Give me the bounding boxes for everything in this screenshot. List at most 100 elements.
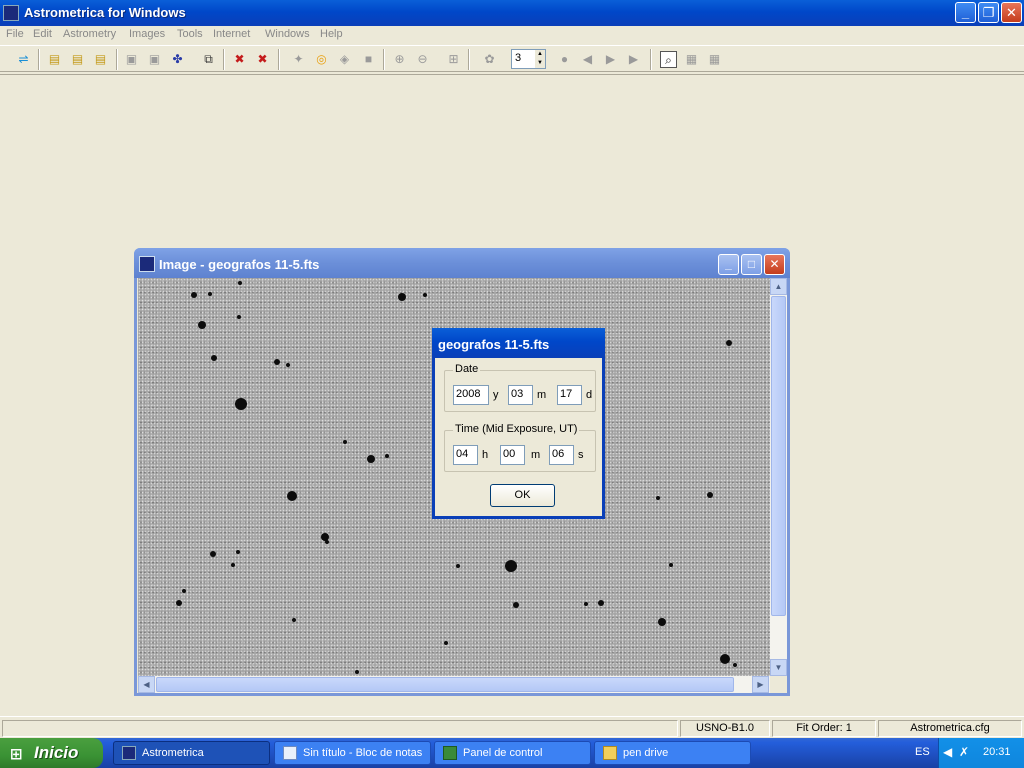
toolbar-separator bbox=[468, 49, 470, 70]
zoom-out-icon[interactable]: ⊖ bbox=[414, 51, 431, 68]
load-images-icon[interactable]: ▤ bbox=[92, 51, 109, 68]
minute-field[interactable]: 00 bbox=[500, 445, 525, 465]
toolbar-separator bbox=[38, 49, 40, 70]
image-close-button[interactable]: ✕ bbox=[764, 254, 785, 275]
scroll-right-icon[interactable]: ▶ bbox=[752, 676, 769, 693]
status-fit-order: Fit Order: 1 bbox=[772, 720, 876, 737]
zoom-in-icon[interactable]: ⊕ bbox=[391, 51, 408, 68]
grid-icon[interactable]: ▦ bbox=[683, 51, 700, 68]
star bbox=[398, 293, 406, 301]
menu-astrometry[interactable]: Astrometry bbox=[63, 28, 116, 40]
second-unit: s bbox=[578, 449, 584, 461]
task-notepad[interactable]: Sin título - Bloc de notas bbox=[274, 741, 431, 765]
menu-images[interactable]: Images bbox=[129, 28, 165, 40]
status-config: Astrometrica.cfg bbox=[878, 720, 1022, 737]
status-panel-main bbox=[2, 720, 678, 737]
app-title: Astrometrica for Windows bbox=[24, 5, 186, 20]
toolbar-separator bbox=[650, 49, 652, 70]
star bbox=[658, 618, 666, 626]
step-back-icon[interactable]: ◀ bbox=[579, 51, 596, 68]
start-button[interactable]: ⊞ Inicio bbox=[0, 738, 103, 768]
toolbar-separator bbox=[383, 49, 385, 70]
spinner-up-icon[interactable]: ▲ bbox=[535, 50, 545, 59]
task-pen-drive[interactable]: pen drive bbox=[594, 741, 751, 765]
image-tool-icon[interactable]: ▣ bbox=[146, 51, 163, 68]
windows-icon[interactable]: ⧉ bbox=[200, 51, 217, 68]
toolbar-separator bbox=[223, 49, 225, 70]
month-field[interactable]: 03 bbox=[508, 385, 533, 405]
menu-edit[interactable]: Edit bbox=[33, 28, 52, 40]
connect-icon[interactable]: ⇌ bbox=[15, 51, 32, 68]
image-tool-icon[interactable]: ▣ bbox=[123, 51, 140, 68]
star bbox=[286, 363, 290, 367]
dialog-title: geografos 11-5.fts bbox=[438, 337, 550, 352]
measure-icon[interactable]: ✦ bbox=[290, 51, 307, 68]
step-forward-icon[interactable]: ▶ bbox=[602, 51, 619, 68]
menu-windows[interactable]: Windows bbox=[265, 28, 310, 40]
color-wheel-icon[interactable]: ◎ bbox=[313, 51, 330, 68]
stop-icon[interactable]: ■ bbox=[360, 51, 377, 68]
status-bar: USNO-B1.0 Fit Order: 1 Astrometrica.cfg bbox=[0, 716, 1024, 738]
app-title-bar[interactable]: Astrometrica for Windows _ ❐ ✕ bbox=[0, 0, 1024, 26]
settings-icon[interactable]: ✿ bbox=[481, 51, 498, 68]
spinner-down-icon[interactable]: ▼ bbox=[535, 59, 545, 68]
scroll-down-icon[interactable]: ▼ bbox=[770, 659, 787, 676]
record-icon[interactable]: ● bbox=[556, 51, 573, 68]
menu-internet[interactable]: Internet bbox=[213, 28, 250, 40]
menu-help[interactable]: Help bbox=[320, 28, 343, 40]
star bbox=[208, 292, 212, 296]
close-button[interactable]: ✕ bbox=[1001, 2, 1022, 23]
vertical-scrollbar[interactable]: ▲ ▼ bbox=[770, 278, 787, 676]
star bbox=[231, 563, 235, 567]
year-unit: y bbox=[493, 389, 499, 401]
open-images-icon[interactable]: ▤ bbox=[69, 51, 86, 68]
back-arrow-icon[interactable]: ◀ bbox=[943, 745, 952, 759]
hour-field[interactable]: 04 bbox=[453, 445, 478, 465]
grid-icon[interactable]: ▦ bbox=[706, 51, 723, 68]
frame-spinner[interactable]: 3 ▲ ▼ bbox=[511, 49, 546, 69]
language-indicator[interactable]: ES bbox=[915, 746, 930, 758]
menu-tools[interactable]: Tools bbox=[177, 28, 203, 40]
star bbox=[343, 440, 347, 444]
remove-icon[interactable]: ✖ bbox=[231, 51, 248, 68]
star bbox=[292, 618, 296, 622]
menu-file[interactable]: File bbox=[6, 28, 24, 40]
fit-icon[interactable]: ⊞ bbox=[445, 51, 462, 68]
task-control-panel[interactable]: Panel de control bbox=[434, 741, 591, 765]
restore-button[interactable]: ❐ bbox=[978, 2, 999, 23]
horizontal-scroll-thumb[interactable] bbox=[156, 677, 734, 692]
astrometrica-app-icon[interactable] bbox=[3, 5, 19, 21]
dialog-title-bar[interactable]: geografos 11-5.fts bbox=[432, 328, 605, 358]
toolbar-separator bbox=[116, 49, 118, 70]
image-window-title: Image - geografos 11-5.fts bbox=[159, 257, 320, 272]
second-field[interactable]: 06 bbox=[549, 445, 574, 465]
star bbox=[210, 551, 216, 557]
image-minimize-button[interactable]: _ bbox=[718, 254, 739, 275]
remove-all-icon[interactable]: ✖ bbox=[254, 51, 271, 68]
ok-button[interactable]: OK bbox=[490, 484, 555, 507]
play-icon[interactable]: ▶ bbox=[625, 51, 642, 68]
image-maximize-button[interactable]: □ bbox=[741, 254, 762, 275]
windows-logo-icon: ⊞ bbox=[10, 746, 23, 763]
task-astrometrica[interactable]: Astrometrica bbox=[113, 741, 270, 765]
scroll-left-icon[interactable]: ◀ bbox=[138, 676, 155, 693]
star bbox=[191, 292, 197, 298]
star bbox=[237, 315, 241, 319]
scroll-up-icon[interactable]: ▲ bbox=[770, 278, 787, 295]
star bbox=[598, 600, 604, 606]
blink-icon[interactable]: ✤ bbox=[169, 51, 186, 68]
network-icon[interactable]: ✗ bbox=[959, 745, 969, 759]
reduce-icon[interactable]: ◈ bbox=[336, 51, 353, 68]
day-field[interactable]: 17 bbox=[557, 385, 582, 405]
year-field[interactable]: 2008 bbox=[453, 385, 489, 405]
horizontal-scrollbar[interactable]: ◀ ▶ bbox=[138, 676, 770, 693]
month-unit: m bbox=[537, 389, 547, 401]
minimize-button[interactable]: _ bbox=[955, 2, 976, 23]
folder-icon bbox=[603, 746, 617, 760]
vertical-scroll-thumb[interactable] bbox=[771, 296, 786, 616]
open-image-icon[interactable]: ▤ bbox=[46, 51, 63, 68]
toolbar-separator bbox=[278, 49, 280, 70]
image-window-title-bar[interactable]: Image - geografos 11-5.fts _ □ ✕ bbox=[134, 248, 790, 278]
magnifier-icon[interactable]: ⌕ bbox=[660, 51, 677, 68]
star bbox=[669, 563, 673, 567]
